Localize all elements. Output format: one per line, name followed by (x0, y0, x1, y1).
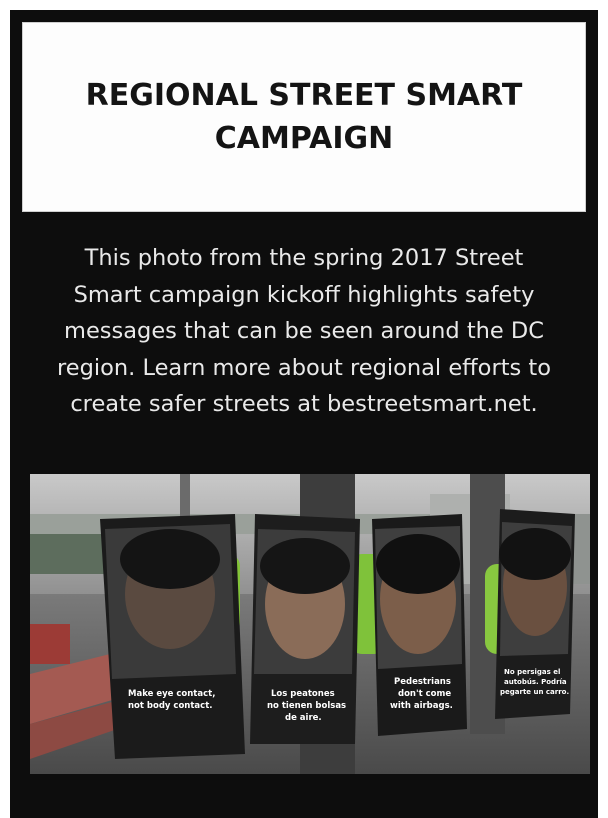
caption-line: create safer streets at bestreetsmart.ne… (70, 391, 538, 417)
poster-text: Make eye contact, (128, 689, 215, 699)
caption-line: Smart campaign kickoff highlights safety (73, 281, 535, 308)
poster-text: not body contact. (128, 701, 212, 711)
poster-text: No persigas el (504, 668, 560, 676)
caption-line: This photo from the spring 2017 Street (84, 245, 524, 271)
poster-text: Los peatones (271, 689, 335, 699)
page-title: REGIONAL STREET SMART CAMPAIGN (85, 77, 523, 157)
poster-text: don't come (398, 689, 451, 699)
poster-3: Pedestrians don't come with airbags. (372, 514, 467, 736)
caption-text: This photo from the spring 2017 Street S… (14, 240, 594, 423)
caption-line: messages that can be seen around the DC (64, 318, 544, 344)
poster-text: pegarte un carro. (500, 688, 569, 696)
poster-text: de aire. (285, 713, 322, 723)
bottom-strip (10, 778, 598, 818)
poster-text: Pedestrians (394, 677, 451, 687)
campaign-photo: Make eye contact, not body contact. Los … (30, 474, 590, 774)
poster-1: Make eye contact, not body contact. (100, 514, 245, 759)
poster-text: with airbags. (390, 701, 453, 711)
caption-line: region. Learn more about regional effort… (56, 354, 551, 381)
poster-text: autobús. Podría (504, 678, 567, 686)
poster-4: No persigas el autobús. Podría pegarte u… (495, 509, 575, 719)
poster-text: no tienen bolsas (267, 701, 346, 711)
title-box: REGIONAL STREET SMART CAMPAIGN (22, 22, 586, 212)
poster-2: Los peatones no tienen bolsas de aire. (250, 514, 360, 744)
